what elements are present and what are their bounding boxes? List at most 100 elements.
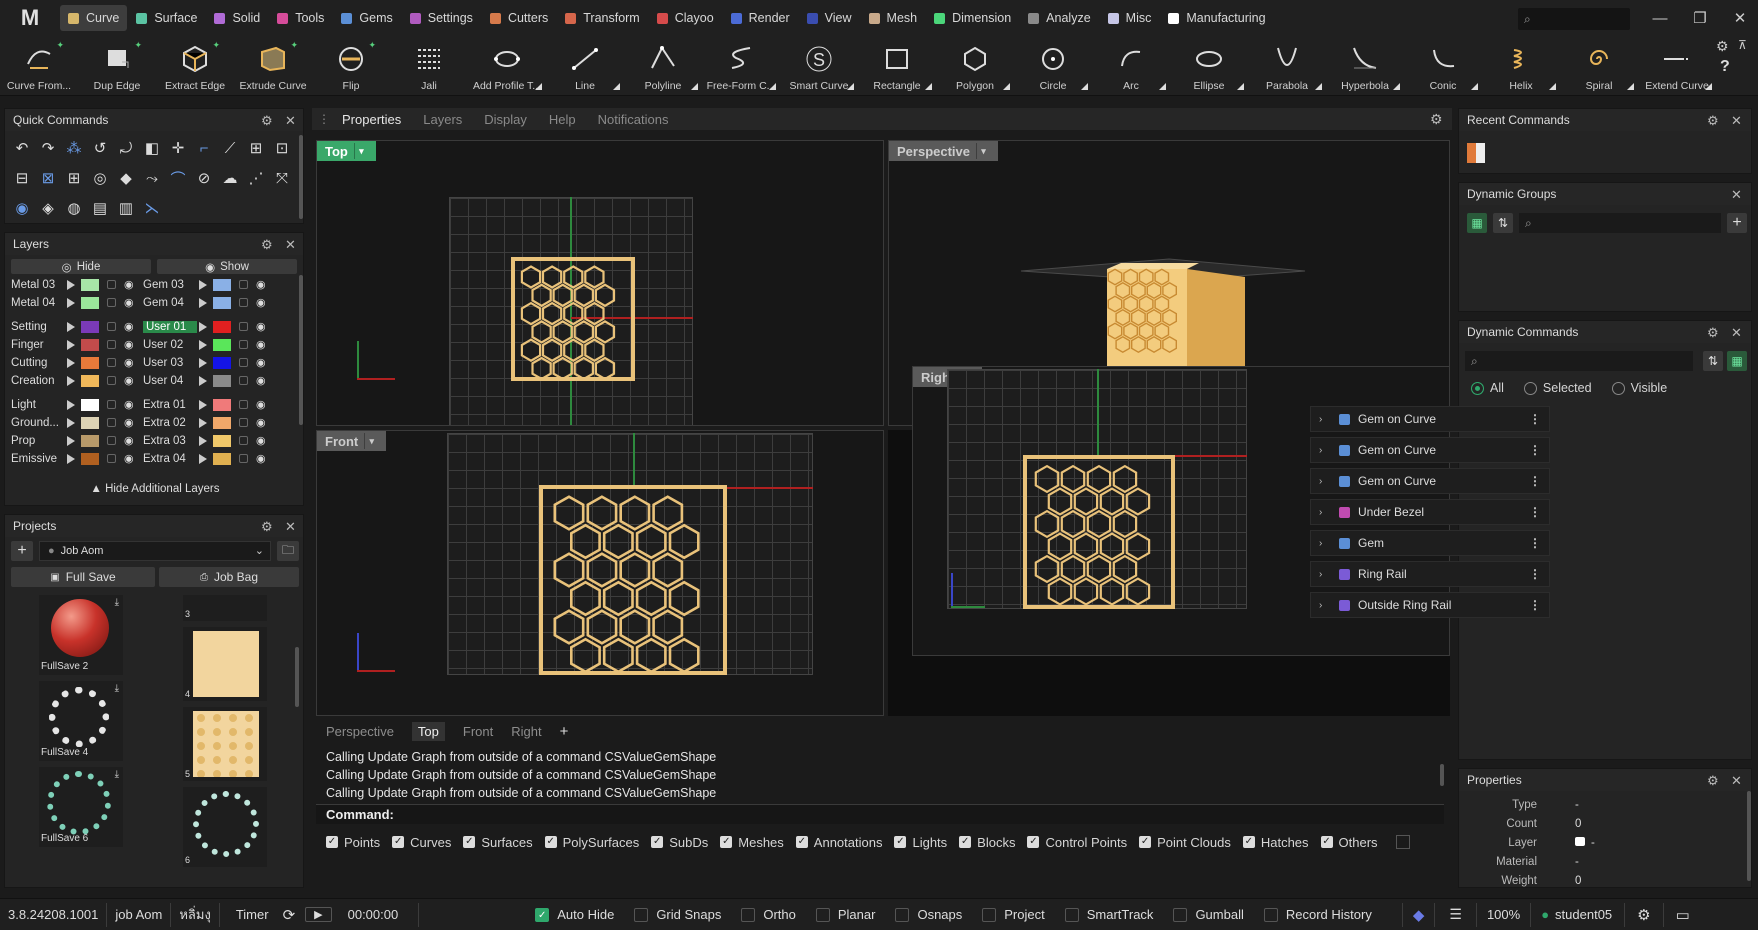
layer-row[interactable]: Ground... ◉ xyxy=(11,413,134,432)
expand-arrow-icon[interactable] xyxy=(199,297,207,308)
checkbox-icon[interactable]: ✓ xyxy=(795,836,808,848)
expand-arrow-icon[interactable] xyxy=(199,321,207,332)
hide-layers-button[interactable]: ◎ Hide xyxy=(11,259,151,274)
dynamic-command-row[interactable]: › Gem on Curve ⋮ xyxy=(1310,406,1550,432)
toggle-gumball[interactable]: Gumball xyxy=(1173,907,1244,922)
more-menu-icon[interactable]: ⋮ xyxy=(1529,412,1541,426)
expand-arrow-icon[interactable] xyxy=(67,399,75,410)
command-input[interactable]: Command: xyxy=(316,804,1444,824)
tool-hyperbola[interactable]: Hyperbola xyxy=(1326,36,1404,96)
expand-arrow-icon[interactable] xyxy=(67,279,75,290)
menu-tab-clayoo[interactable]: Clayoo xyxy=(649,5,722,31)
menu-tab-misc[interactable]: Misc xyxy=(1100,5,1160,31)
radio-selected[interactable]: Selected xyxy=(1523,381,1592,395)
expand-arrow-icon[interactable] xyxy=(199,375,207,386)
explode-icon[interactable]: ⤧ xyxy=(271,167,293,189)
eye-icon[interactable]: ◉ xyxy=(256,356,266,369)
expand-arrow-icon[interactable] xyxy=(199,435,207,446)
layer-row[interactable]: User 04 ◉ xyxy=(143,371,266,390)
checkbox-icon[interactable] xyxy=(982,907,997,922)
lock-icon[interactable] xyxy=(239,280,248,289)
lock-icon[interactable] xyxy=(239,418,248,427)
split-icon[interactable]: ⊟ xyxy=(11,167,33,189)
tool-extrude-curve[interactable]: Extrude Curve ✦ xyxy=(234,36,312,96)
layer-row[interactable]: User 01 ◉ xyxy=(143,317,266,336)
panel-settings-icon[interactable]: ⚙ xyxy=(1707,113,1719,129)
panel-tab-display[interactable]: Display xyxy=(484,112,527,127)
panel-tab-properties[interactable]: Properties xyxy=(342,112,401,127)
expand-corner-icon[interactable] xyxy=(925,83,932,90)
layer-row[interactable]: Emissive ◉ xyxy=(11,449,134,468)
lock-icon[interactable] xyxy=(239,400,248,409)
filter-toggle-checkbox[interactable] xyxy=(1395,835,1410,849)
assistant-icon[interactable]: ◆ xyxy=(1403,906,1435,924)
expand-arrow-icon[interactable] xyxy=(67,321,75,332)
filter-surfaces[interactable]: ✓ Surfaces xyxy=(463,835,533,850)
thai-label[interactable]: หลิ่มงุ xyxy=(171,904,218,925)
trim-icon[interactable]: ⤾ xyxy=(115,137,137,159)
expand-corner-icon[interactable] xyxy=(1393,83,1400,90)
layer-color-swatch[interactable] xyxy=(81,398,99,411)
expand-corner-icon[interactable] xyxy=(1549,83,1556,90)
viewport-front[interactable]: Front ▾ xyxy=(316,430,884,716)
layer-row[interactable]: Metal 03 ◉ xyxy=(11,275,134,294)
expand-corner-icon[interactable] xyxy=(1315,83,1322,90)
expand-corner-icon[interactable] xyxy=(1159,83,1166,90)
menu-tab-mesh[interactable]: Mesh xyxy=(861,5,926,31)
cloud-icon[interactable]: ☁ xyxy=(219,167,241,189)
drag-handle-icon[interactable]: ⋮ xyxy=(318,112,330,126)
tool-polyline[interactable]: Polyline xyxy=(624,36,702,96)
panel-close-icon[interactable]: ✕ xyxy=(1731,773,1742,789)
expand-corner-icon[interactable] xyxy=(769,83,776,90)
filter-control-points[interactable]: ✓ Control Points xyxy=(1027,835,1127,850)
groups-search-input[interactable]: ⌕ xyxy=(1519,213,1721,233)
eye-icon[interactable]: ◉ xyxy=(256,434,266,447)
expand-corner-icon[interactable] xyxy=(1627,83,1634,90)
toggle-project[interactable]: Project xyxy=(982,907,1045,922)
expand-corner-icon[interactable] xyxy=(1471,83,1478,90)
layer-color-swatch[interactable] xyxy=(213,320,231,333)
sort-icon[interactable]: ⇅ xyxy=(1493,213,1513,233)
lock-icon[interactable] xyxy=(239,298,248,307)
show-layers-button[interactable]: ◉ Show xyxy=(157,259,297,274)
commands-search-input[interactable]: ⌕ xyxy=(1465,351,1693,371)
arc-icon[interactable]: ⌒ xyxy=(167,167,189,189)
hide-additional-layers-button[interactable]: ▲ Hide Additional Layers xyxy=(5,483,305,495)
checkbox-icon[interactable] xyxy=(634,907,649,922)
user-label[interactable]: student05 xyxy=(1555,907,1624,922)
eye-icon[interactable]: ◉ xyxy=(124,374,134,387)
chat-icon[interactable]: ▭ xyxy=(1664,906,1702,924)
add-project-button[interactable]: + xyxy=(11,541,33,561)
layer-row[interactable]: Finger ◉ xyxy=(11,335,134,354)
dynamic-command-row[interactable]: › Outside Ring Rail ⋮ xyxy=(1310,592,1550,618)
scatter-icon[interactable]: ⋰ xyxy=(245,167,267,189)
layer-row[interactable]: Extra 03 ◉ xyxy=(143,431,266,450)
chevron-right-icon[interactable]: › xyxy=(1319,538,1331,549)
chevron-down-icon[interactable]: ▾ xyxy=(976,143,990,159)
viewport-front-tab[interactable]: Front ▾ xyxy=(317,431,387,451)
tool-parabola[interactable]: Parabola xyxy=(1248,36,1326,96)
layer-color-swatch[interactable] xyxy=(81,374,99,387)
layer-row[interactable]: Extra 01 ◉ xyxy=(143,395,266,414)
expand-corner-icon[interactable] xyxy=(613,83,620,90)
project-thumb-fullsave-4[interactable]: FullSave 4 ⤓ xyxy=(39,681,123,761)
tool-add-profile-t[interactable]: Add Profile T... xyxy=(468,36,546,96)
expand-corner-icon[interactable] xyxy=(1237,83,1244,90)
lock-icon[interactable] xyxy=(107,322,116,331)
more-menu-icon[interactable]: ⋮ xyxy=(1529,536,1541,550)
tool-polygon[interactable]: Polygon xyxy=(936,36,1014,96)
chevron-down-icon[interactable]: ▾ xyxy=(364,433,378,449)
panel-close-icon[interactable]: ✕ xyxy=(1731,325,1742,341)
menu-tab-tools[interactable]: Tools xyxy=(269,5,332,31)
lock-icon[interactable] xyxy=(107,280,116,289)
viewport-perspective-tab[interactable]: Perspective ▾ xyxy=(889,141,998,161)
checkbox-icon[interactable]: ✓ xyxy=(1139,836,1152,848)
layer-row[interactable]: User 02 ◉ xyxy=(143,335,266,354)
checkbox-icon[interactable]: ✓ xyxy=(651,836,664,848)
ring-icon[interactable]: ◈ xyxy=(37,197,59,219)
layer-row[interactable]: User 03 ◉ xyxy=(143,353,266,372)
panel-settings-icon[interactable]: ⚙ xyxy=(1707,773,1719,789)
menu-tab-render[interactable]: Render xyxy=(723,5,798,31)
box-select-icon[interactable]: ⊡ xyxy=(271,137,293,159)
dynamic-command-row[interactable]: › Gem on Curve ⋮ xyxy=(1310,437,1550,463)
